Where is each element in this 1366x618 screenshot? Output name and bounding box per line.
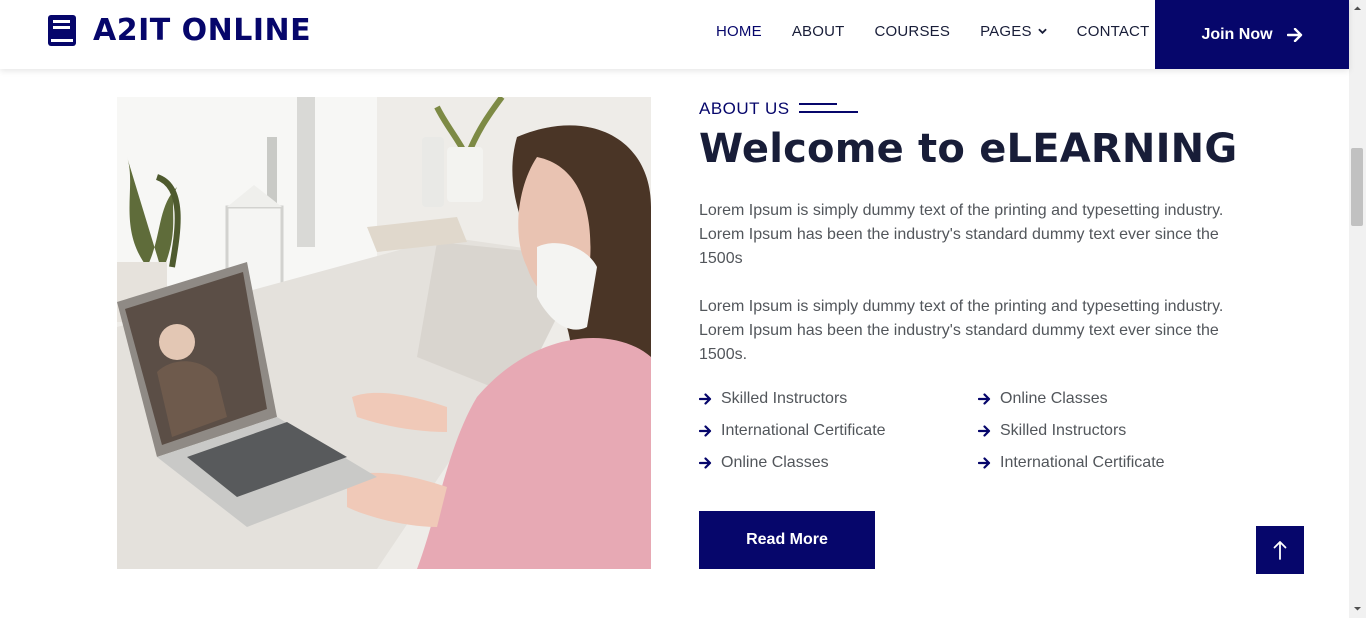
arrow-up-icon [1273,541,1287,560]
join-now-button[interactable]: Join Now [1155,0,1349,69]
nav-about-label: ABOUT [791,22,845,40]
book-icon [48,14,76,46]
section-label: ABOUT US [699,99,790,118]
nav-courses[interactable]: COURSES [875,23,951,40]
decoration-line-short [799,103,837,105]
section-title: Welcome to eLEARNING [699,126,1238,172]
chevron-down-icon [1037,28,1047,34]
scroll-down-arrow-icon[interactable] [1353,604,1362,613]
nav-contact-label: CONTACT [1076,22,1150,40]
section-label-decoration [799,103,858,113]
arrow-right-icon [699,425,712,437]
feature-item: International Certificate [699,422,886,440]
feature-label: International Certificate [721,422,886,439]
brand-name: A2IT ONLINE [93,12,312,48]
main-nav: HOME ABOUT COURSES PAGES CONTACT [716,0,1179,62]
nav-pages-dropdown[interactable]: PAGES [980,23,1047,40]
feature-label: Skilled Instructors [1000,422,1127,439]
navbar: A2IT ONLINE HOME ABOUT COURSES PAGES CON… [0,0,1349,69]
feature-item: Skilled Instructors [699,390,847,408]
decoration-line-long [799,111,858,113]
feature-label: Online Classes [1000,390,1108,407]
nav-pages-label: PAGES [980,22,1032,40]
about-paragraph-1: Lorem Ipsum is simply dummy text of the … [699,202,1224,267]
feature-label: Online Classes [721,454,829,471]
feature-label: International Certificate [1000,454,1165,471]
arrow-right-icon [978,425,991,437]
read-more-label: Read More [746,531,828,548]
woman-video-call-image [117,97,651,569]
arrow-right-icon [699,393,712,405]
scrollbar-thumb[interactable] [1351,148,1363,226]
brand-logo[interactable]: A2IT ONLINE [47,12,311,48]
arrow-right-icon [1286,27,1302,42]
page-scrollbar[interactable] [1349,0,1366,618]
scroll-up-arrow-icon[interactable] [1353,4,1362,13]
feature-item: International Certificate [978,454,1165,472]
nav-courses-label: COURSES [874,22,951,40]
nav-home[interactable]: HOME [716,23,762,40]
about-photo [117,97,651,569]
about-paragraph-2: Lorem Ipsum is simply dummy text of the … [699,298,1224,363]
read-more-button[interactable]: Read More [699,511,875,569]
feature-label: Skilled Instructors [721,390,848,407]
arrow-right-icon [978,393,991,405]
feature-item: Online Classes [978,390,1108,408]
nav-about[interactable]: ABOUT [792,23,845,40]
arrow-right-icon [699,457,712,469]
nav-home-label: HOME [716,22,762,40]
feature-item: Online Classes [699,454,829,472]
feature-item: Skilled Instructors [978,422,1126,440]
nav-contact[interactable]: CONTACT [1077,23,1150,40]
join-now-label: Join Now [1201,25,1273,43]
arrow-right-icon [978,457,991,469]
back-to-top-button[interactable] [1256,526,1304,574]
